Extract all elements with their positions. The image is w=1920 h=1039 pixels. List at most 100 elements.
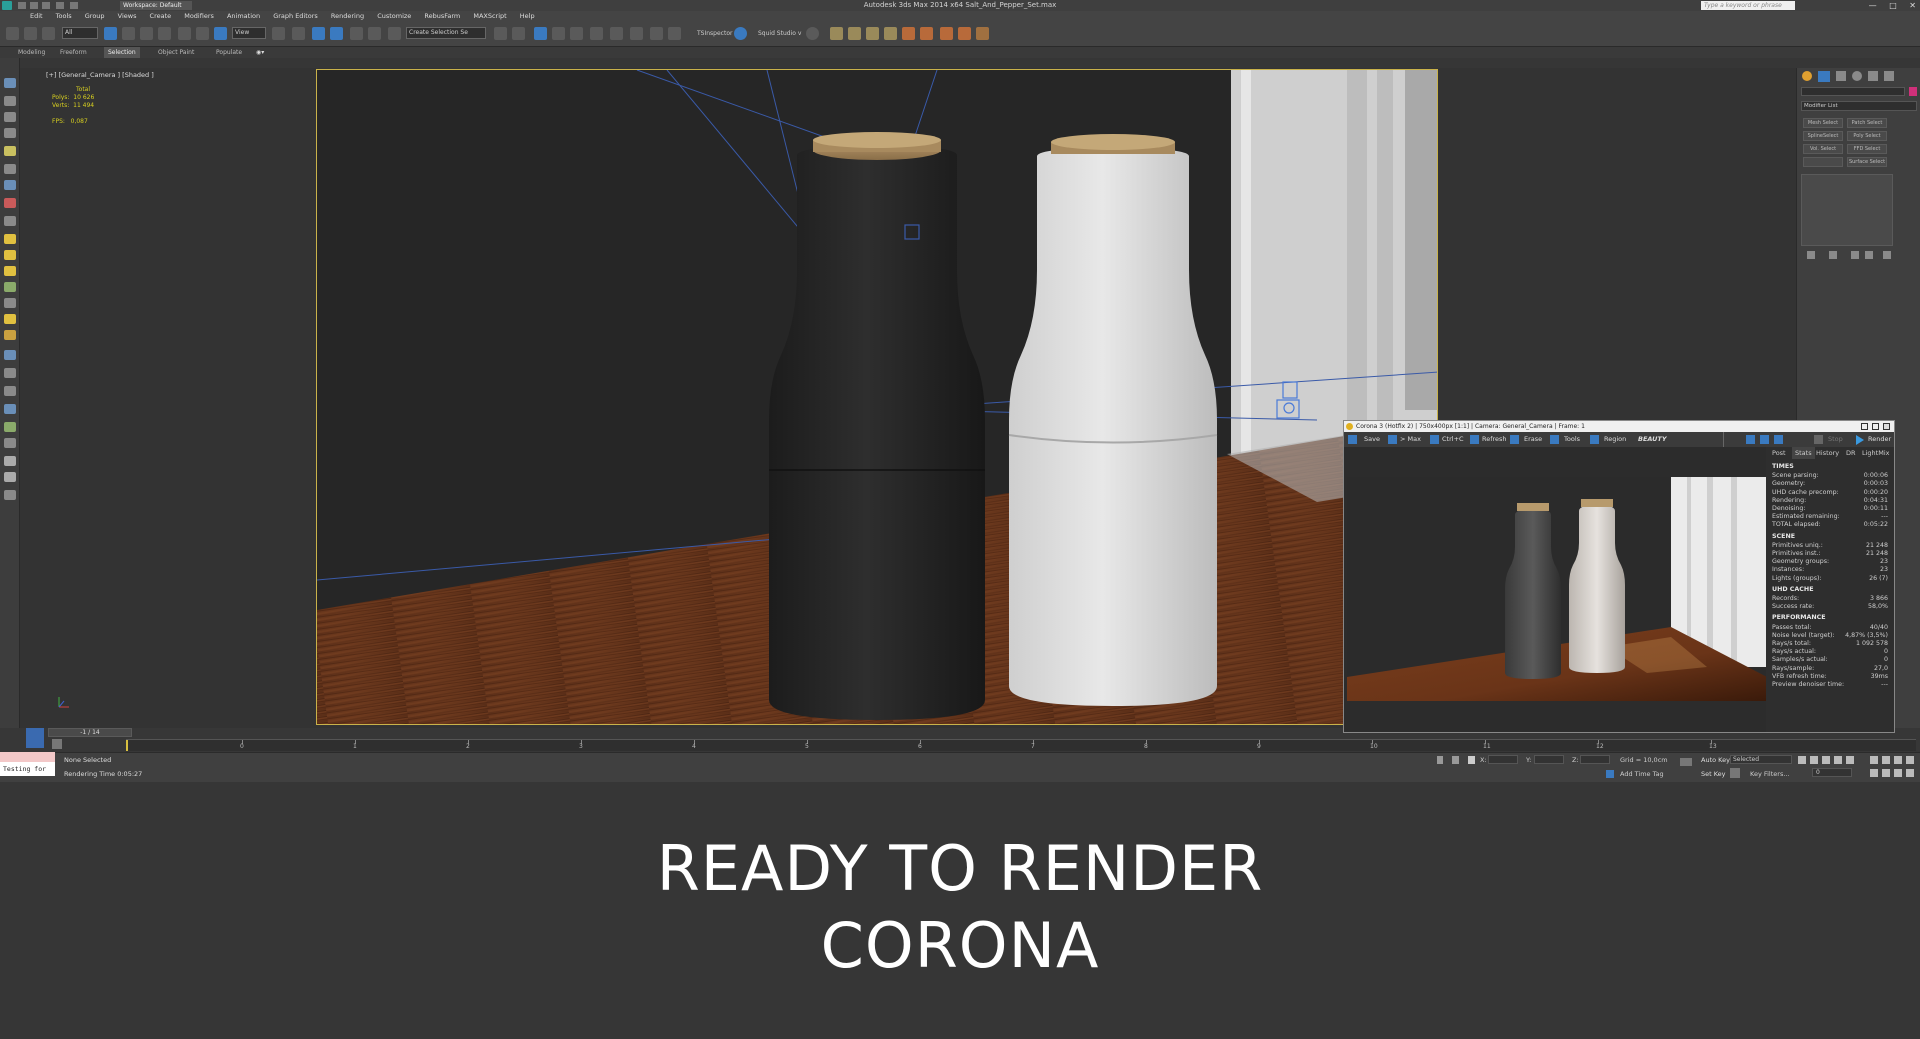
strip-icon-8[interactable] (4, 198, 16, 208)
rectangular-selection-icon[interactable] (140, 27, 153, 40)
zoom-icon[interactable] (1870, 756, 1878, 764)
vfb-tab-history[interactable]: History (1816, 447, 1839, 459)
mirror-icon[interactable] (494, 27, 507, 40)
play-icon[interactable] (1822, 756, 1830, 764)
zoom-extents-icon[interactable] (1894, 756, 1902, 764)
tab-freeform[interactable]: Freeform (56, 47, 91, 58)
menu-graph-editors[interactable]: Graph Editors (273, 12, 318, 20)
snaps-toggle-icon[interactable] (312, 27, 325, 40)
tsinspector-icon[interactable] (734, 27, 747, 40)
surface-select-button[interactable]: Surface Select (1847, 157, 1887, 167)
named-selection-dropdown[interactable]: Create Selection Se (406, 27, 486, 39)
select-object-icon[interactable] (104, 27, 117, 40)
vfb-tab-dr[interactable]: DR (1846, 447, 1856, 459)
vfb-ctrlc-button[interactable]: Ctrl+C (1442, 432, 1464, 447)
strip-icon-22[interactable] (4, 438, 16, 448)
modify-tab-icon[interactable] (1818, 71, 1830, 82)
graphite-toolbox-icon[interactable] (552, 27, 565, 40)
viewport-label[interactable]: [+] [General_Camera ] [Shaded ] (46, 71, 154, 79)
strip-icon-11[interactable] (4, 250, 16, 260)
time-tag-icon[interactable] (1606, 770, 1614, 778)
menu-tools[interactable]: Tools (56, 12, 72, 20)
vfb-tools-icon[interactable] (1550, 435, 1559, 444)
strip-icon-9[interactable] (4, 216, 16, 226)
vfb-region-button[interactable]: Region (1604, 432, 1626, 447)
strip-icon-23[interactable] (4, 456, 16, 466)
vfb-zoom-icon-1[interactable] (1746, 435, 1755, 444)
render-frame-window-icon[interactable] (650, 27, 663, 40)
next-frame-icon[interactable] (1834, 756, 1842, 764)
vol-select-button[interactable]: Vol. Select (1803, 144, 1843, 154)
script-icon-4[interactable] (866, 27, 879, 40)
y-coordinate-field[interactable] (1534, 755, 1564, 764)
spline-select-button[interactable]: SplineSelect (1803, 131, 1843, 141)
tab-populate[interactable]: Populate (212, 47, 246, 58)
maxscript-listener[interactable]: Testing for (0, 762, 55, 776)
key-filters-button[interactable]: Key Filters... (1750, 770, 1790, 778)
menu-views[interactable]: Views (118, 12, 137, 20)
motion-tab-icon[interactable] (1852, 71, 1862, 81)
menu-animation[interactable]: Animation (227, 12, 260, 20)
select-by-name-icon[interactable] (122, 27, 135, 40)
make-unique-icon[interactable] (1851, 251, 1859, 259)
ffd-select-button[interactable]: FFD Select (1847, 144, 1887, 154)
strip-icon-12[interactable] (4, 266, 16, 276)
strip-icon-10[interactable] (4, 234, 16, 244)
current-frame-field[interactable]: 0 (1812, 768, 1852, 777)
menu-create[interactable]: Create (150, 12, 172, 20)
orbit-icon[interactable] (1894, 769, 1902, 777)
script-icon-1[interactable] (806, 27, 819, 40)
script-icon-10[interactable] (976, 27, 989, 40)
strip-icon-17[interactable] (4, 350, 16, 360)
empty-modifier-button[interactable] (1803, 157, 1843, 167)
remove-modifier-icon[interactable] (1865, 251, 1873, 259)
angle-snap-icon[interactable] (330, 27, 343, 40)
strip-icon-5[interactable] (4, 146, 16, 156)
curve-editor-icon[interactable] (570, 27, 583, 40)
link-icon[interactable] (6, 27, 19, 40)
tab-object-paint[interactable]: Object Paint (154, 47, 198, 58)
bind-space-warp-icon[interactable] (42, 27, 55, 40)
render-setup-icon[interactable] (630, 27, 643, 40)
material-editor-icon[interactable] (610, 27, 623, 40)
add-time-tag[interactable]: Add Time Tag (1620, 770, 1664, 778)
tsinspector-label[interactable]: TSInspector (697, 30, 732, 37)
pan-icon[interactable] (1882, 769, 1890, 777)
vfb-max-icon[interactable] (1388, 435, 1397, 444)
window-crossing-icon[interactable] (158, 27, 171, 40)
key-mode-dropdown[interactable]: Selected (1730, 755, 1792, 764)
tab-modeling[interactable]: Modeling (14, 47, 49, 58)
z-coordinate-field[interactable] (1580, 755, 1610, 764)
key-icon[interactable] (1680, 758, 1692, 766)
rotate-icon[interactable] (196, 27, 209, 40)
strip-icon-6[interactable] (4, 164, 16, 174)
vfb-erase-icon[interactable] (1510, 435, 1519, 444)
vfb-stop-icon[interactable] (1814, 435, 1823, 444)
vfb-refresh-button[interactable]: Refresh (1482, 432, 1507, 447)
script-icon-8[interactable] (940, 27, 953, 40)
layer-manager-icon[interactable] (534, 27, 547, 40)
schematic-view-icon[interactable] (590, 27, 603, 40)
vfb-pass-dropdown[interactable]: BEAUTY (1638, 432, 1724, 447)
isolate-icon[interactable] (1437, 756, 1443, 764)
close-icon[interactable]: ✕ (1909, 1, 1916, 10)
strip-icon-20[interactable] (4, 404, 16, 414)
vfb-max-button[interactable]: > Max (1400, 432, 1421, 447)
menu-maxscript[interactable]: MAXScript (473, 12, 506, 20)
timeline-toggle-icon[interactable] (26, 728, 44, 748)
vfb-region-icon[interactable] (1590, 435, 1599, 444)
vfb-tab-stats[interactable]: Stats (1792, 447, 1815, 459)
field-of-view-icon[interactable] (1870, 769, 1878, 777)
vfb-render-image[interactable] (1347, 477, 1767, 701)
vfb-erase-button[interactable]: Erase (1524, 432, 1542, 447)
menu-group[interactable]: Group (85, 12, 105, 20)
tab-selection[interactable]: Selection (104, 47, 140, 58)
strip-icon-18[interactable] (4, 368, 16, 378)
strip-icon-15[interactable] (4, 314, 16, 324)
modifier-stack[interactable] (1801, 174, 1893, 246)
ribbon-options-icon[interactable]: ◉▾ (252, 47, 268, 58)
move-icon[interactable] (178, 27, 191, 40)
strip-icon-7[interactable] (4, 180, 16, 190)
hierarchy-tab-icon[interactable] (1836, 71, 1846, 81)
script-icon-5[interactable] (884, 27, 897, 40)
